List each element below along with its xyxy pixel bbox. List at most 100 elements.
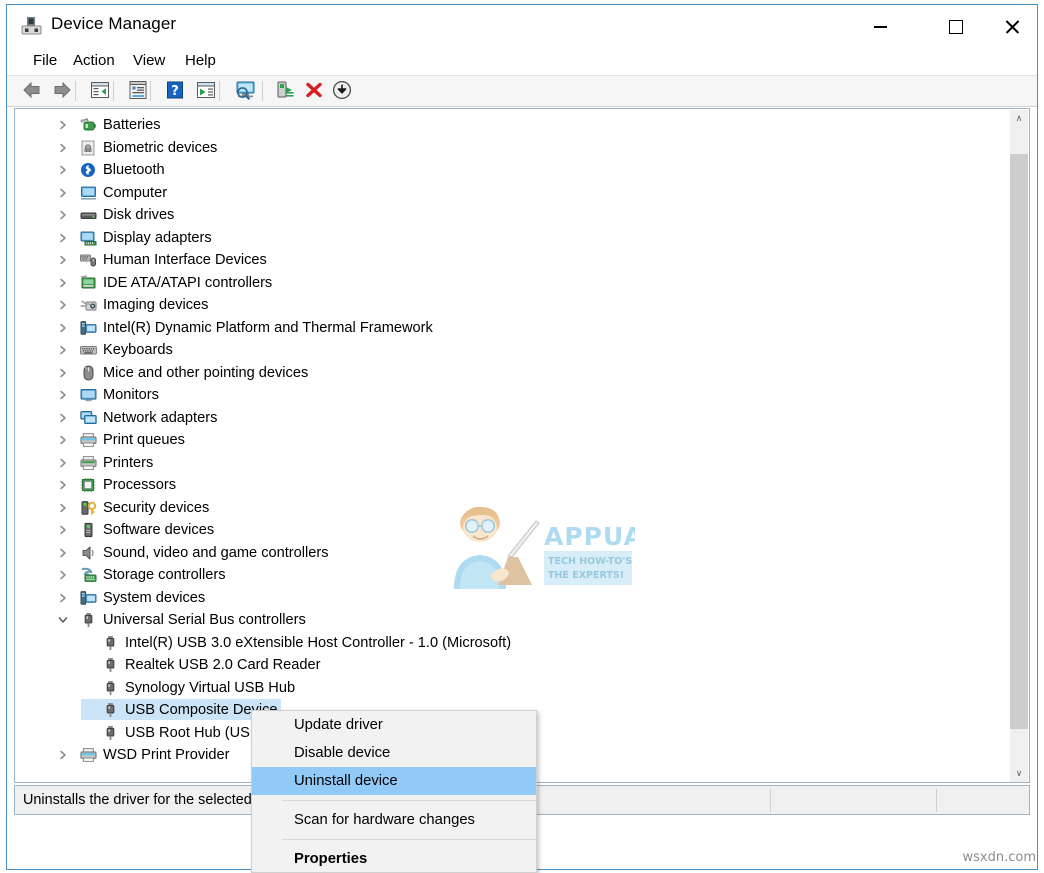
chevron-right-icon[interactable] (55, 744, 71, 766)
tree-item[interactable]: Processors (15, 474, 1010, 497)
tree-item-label: Monitors (103, 386, 159, 404)
menu-file[interactable]: File (29, 50, 61, 71)
disable-device-icon[interactable] (331, 79, 355, 103)
chevron-right-icon[interactable] (55, 114, 71, 136)
tree-item[interactable]: Imaging devices (15, 294, 1010, 317)
help-icon[interactable]: ? (164, 79, 188, 103)
tree-item[interactable]: Intel(R) USB 3.0 eXtensible Host Control… (15, 632, 1010, 655)
tree-item[interactable]: Bluetooth (15, 159, 1010, 182)
chevron-right-icon[interactable] (55, 294, 71, 316)
show-hide-console-tree-icon[interactable] (89, 79, 113, 103)
context-menu-item[interactable]: Properties (252, 845, 536, 873)
scrollbar-thumb[interactable] (1010, 154, 1028, 729)
properties-icon[interactable] (127, 79, 151, 103)
tree-item[interactable]: Computer (15, 182, 1010, 205)
tree-item[interactable]: Biometric devices (15, 137, 1010, 160)
tree-item[interactable]: Keyboards (15, 339, 1010, 362)
tree-item[interactable]: Mice and other pointing devices (15, 362, 1010, 385)
back-arrow-icon[interactable] (21, 79, 45, 103)
chevron-right-icon[interactable] (55, 159, 71, 181)
vertical-scrollbar[interactable]: ∧ ∨ (1010, 110, 1028, 783)
chevron-right-icon[interactable] (55, 474, 71, 496)
usb-icon (101, 654, 119, 676)
printer-icon (79, 452, 97, 474)
system-device-icon (79, 587, 97, 609)
tree-item-label: Imaging devices (103, 296, 208, 314)
tree-item-label: Universal Serial Bus controllers (103, 611, 306, 629)
scroll-down-button[interactable]: ∨ (1010, 765, 1028, 783)
chevron-right-icon[interactable] (55, 227, 71, 249)
chevron-right-icon[interactable] (55, 519, 71, 541)
chevron-right-icon[interactable] (55, 272, 71, 294)
minimize-button[interactable] (834, 5, 926, 49)
scroll-up-button[interactable]: ∧ (1010, 110, 1028, 128)
context-menu-item[interactable]: Disable device (252, 739, 536, 767)
tree-item[interactable]: Display adapters (15, 227, 1010, 250)
window-title: Device Manager (51, 14, 176, 34)
storage-controller-icon (79, 564, 97, 586)
software-device-icon (79, 519, 97, 541)
chevron-right-icon[interactable] (55, 407, 71, 429)
tree-item-label: Synology Virtual USB Hub (125, 679, 295, 697)
close-button[interactable] (986, 5, 1038, 49)
forward-arrow-icon[interactable] (51, 79, 75, 103)
chevron-right-icon[interactable] (55, 452, 71, 474)
close-icon (1004, 19, 1020, 35)
tree-item[interactable]: Sound, video and game controllers (15, 542, 1010, 565)
status-text: Uninstalls the driver for the selected (23, 792, 252, 808)
chevron-right-icon[interactable] (55, 429, 71, 451)
scan-hardware-changes-icon[interactable] (233, 79, 261, 103)
usb-icon (79, 609, 97, 631)
update-driver-icon[interactable] (195, 79, 219, 103)
toolbar-separator (150, 81, 151, 101)
chevron-right-icon[interactable] (55, 384, 71, 406)
tree-item[interactable]: Monitors (15, 384, 1010, 407)
tree-item[interactable]: Human Interface Devices (15, 249, 1010, 272)
battery-icon (79, 114, 97, 136)
chevron-right-icon[interactable] (55, 137, 71, 159)
mouse-icon (79, 362, 97, 384)
system-device-icon (79, 317, 97, 339)
chevron-right-icon[interactable] (55, 362, 71, 384)
chevron-right-icon[interactable] (55, 339, 71, 361)
tree-item[interactable]: Software devices (15, 519, 1010, 542)
tree-item[interactable]: Intel(R) Dynamic Platform and Thermal Fr… (15, 317, 1010, 340)
tree-item[interactable]: Universal Serial Bus controllers (15, 609, 1010, 632)
tree-item[interactable]: System devices (15, 587, 1010, 610)
tree-item[interactable]: Network adapters (15, 407, 1010, 430)
chevron-right-icon[interactable] (55, 542, 71, 564)
chevron-right-icon[interactable] (55, 249, 71, 271)
chevron-down-icon[interactable] (55, 609, 71, 631)
chevron-right-icon[interactable] (55, 587, 71, 609)
tree-item[interactable]: Disk drives (15, 204, 1010, 227)
ide-controller-icon (79, 272, 97, 294)
context-menu-item[interactable]: Scan for hardware changes (252, 806, 536, 834)
uninstall-device-icon[interactable] (303, 79, 327, 103)
menu-action[interactable]: Action (69, 50, 119, 71)
computer-icon (79, 182, 97, 204)
tree-item[interactable]: Printers (15, 452, 1010, 475)
chevron-right-icon[interactable] (55, 317, 71, 339)
tree-item[interactable]: Batteries (15, 114, 1010, 137)
tree-item[interactable]: Realtek USB 2.0 Card Reader (15, 654, 1010, 677)
tree-item-label: Intel(R) USB 3.0 eXtensible Host Control… (125, 634, 511, 652)
tree-item[interactable]: IDE ATA/ATAPI controllers (15, 272, 1010, 295)
context-menu-item[interactable]: Update driver (252, 711, 536, 739)
tree-item[interactable]: Security devices (15, 497, 1010, 520)
display-adapter-icon (79, 227, 97, 249)
menu-help[interactable]: Help (181, 50, 220, 71)
tree-item[interactable]: Storage controllers (15, 564, 1010, 587)
chevron-right-icon[interactable] (55, 497, 71, 519)
fingerprint-icon (79, 137, 97, 159)
tree-item[interactable]: Synology Virtual USB Hub (15, 677, 1010, 700)
tree-item[interactable]: Print queues (15, 429, 1010, 452)
maximize-button[interactable] (926, 5, 986, 49)
context-menu-item[interactable]: Uninstall device (252, 767, 536, 795)
tree-item-label: Disk drives (103, 206, 174, 224)
chevron-right-icon[interactable] (55, 564, 71, 586)
chevron-right-icon[interactable] (55, 182, 71, 204)
menu-view[interactable]: View (129, 50, 169, 71)
enable-device-icon[interactable] (274, 79, 298, 103)
tree-item-label: Display adapters (103, 229, 212, 247)
chevron-right-icon[interactable] (55, 204, 71, 226)
